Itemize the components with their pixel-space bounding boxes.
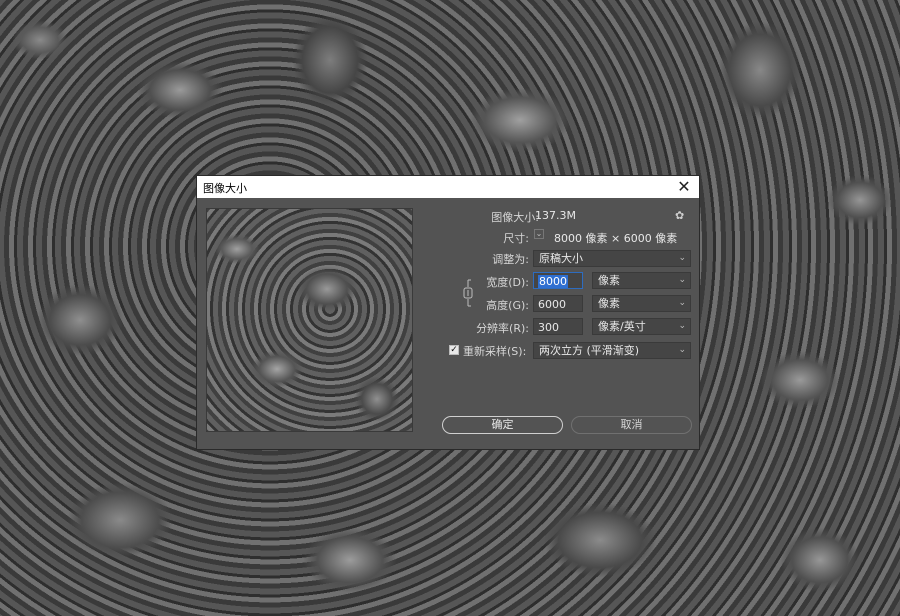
chevron-down-icon: ⌄ xyxy=(678,298,686,308)
resolution-value: 300 xyxy=(538,321,559,334)
dimensions-label: 尺寸: xyxy=(503,232,529,245)
height-label: 高度(G): xyxy=(486,299,529,312)
ok-button[interactable]: 确定 xyxy=(442,416,563,434)
dimensions-value: 8000 像素 × 6000 像素 xyxy=(554,232,678,245)
width-input[interactable]: 8000 xyxy=(533,272,583,289)
resolution-input[interactable]: 300 xyxy=(533,318,583,335)
resample-label: 重新采样(S): xyxy=(463,345,527,358)
fit-to-select[interactable]: 原稿大小 ⌄ xyxy=(533,250,691,267)
resolution-label: 分辨率(R): xyxy=(476,322,529,335)
resolution-unit-select[interactable]: 像素/英寸 ⌄ xyxy=(592,318,691,335)
resample-checkbox[interactable]: ✓ xyxy=(449,345,459,355)
width-unit-select[interactable]: 像素 ⌄ xyxy=(592,272,691,289)
cancel-button[interactable]: 取消 xyxy=(571,416,692,434)
image-size-label: 图像大小: xyxy=(491,211,539,224)
gear-icon[interactable]: ✿ xyxy=(675,209,684,222)
chevron-down-icon: ⌄ xyxy=(678,345,686,355)
width-label: 宽度(D): xyxy=(486,276,529,289)
height-unit: 像素 xyxy=(598,297,620,310)
height-unit-select[interactable]: 像素 ⌄ xyxy=(592,295,691,312)
width-value: 8000 xyxy=(538,275,568,288)
dialog-titlebar: 图像大小 ✕ xyxy=(197,176,699,198)
chevron-down-icon[interactable]: ⌄ xyxy=(534,229,544,239)
height-input[interactable]: 6000 xyxy=(533,295,583,312)
chevron-down-icon: ⌄ xyxy=(678,275,686,285)
close-icon[interactable]: ✕ xyxy=(675,177,693,197)
dialog-title: 图像大小 xyxy=(203,182,247,195)
height-value: 6000 xyxy=(538,298,566,311)
image-size-dialog: 图像大小 ✕ 图像大小: 137.3M ✿ 尺寸: ⌄ 8000 像素 × 60… xyxy=(196,175,700,450)
fit-to-value: 原稿大小 xyxy=(539,252,583,265)
chevron-down-icon: ⌄ xyxy=(678,253,686,263)
chevron-down-icon: ⌄ xyxy=(678,321,686,331)
fit-to-label: 调整为: xyxy=(492,253,529,266)
resample-value: 两次立方 (平滑渐变) xyxy=(539,344,640,357)
resample-select[interactable]: 两次立方 (平滑渐变) ⌄ xyxy=(533,342,691,359)
checkmark-icon: ✓ xyxy=(450,345,458,355)
width-unit: 像素 xyxy=(598,274,620,287)
image-size-value: 137.3M xyxy=(535,209,576,222)
resolution-unit: 像素/英寸 xyxy=(598,320,646,333)
image-preview[interactable] xyxy=(206,208,413,432)
